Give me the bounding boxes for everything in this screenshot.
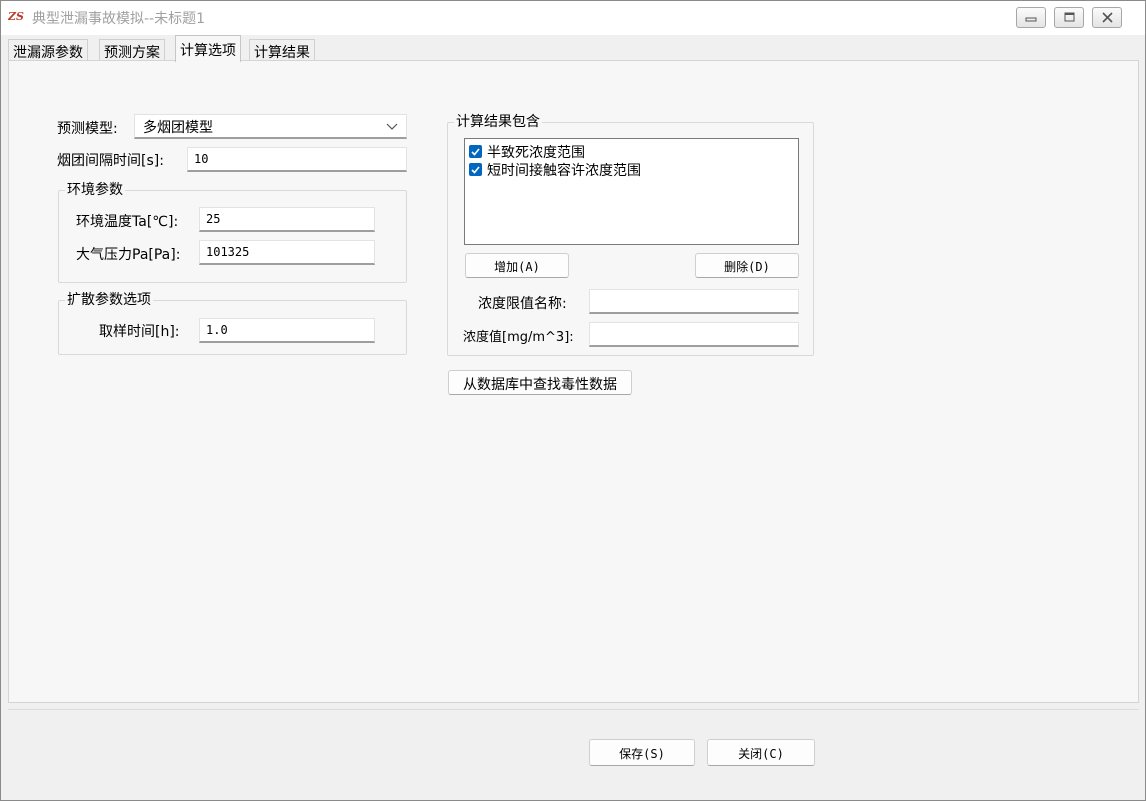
title-bar[interactable]: ZS 典型泄漏事故模拟--未标题1 bbox=[1, 1, 1145, 35]
main-window: ZS 典型泄漏事故模拟--未标题1 泄漏源参数 预测方案 计算选项 计算结果 预 bbox=[0, 0, 1146, 801]
check-icon bbox=[471, 148, 480, 156]
maximize-icon bbox=[1064, 12, 1075, 22]
tab-calc-options[interactable]: 计算选项 bbox=[175, 35, 241, 62]
list-item-label: 短时间接触容许浓度范围 bbox=[487, 163, 641, 179]
minimize-icon bbox=[1025, 17, 1037, 22]
delete-button[interactable]: 删除(D) bbox=[695, 253, 799, 278]
tab-strip: 泄漏源参数 预测方案 计算选项 计算结果 bbox=[1, 35, 1145, 62]
close-button[interactable]: 关闭(C) bbox=[707, 739, 815, 766]
tab-calc-results[interactable]: 计算结果 bbox=[249, 39, 315, 61]
save-button[interactable]: 保存(S) bbox=[589, 739, 695, 766]
app-logo-icon: ZS bbox=[8, 10, 24, 23]
environment-group bbox=[58, 190, 407, 283]
maximize-button[interactable] bbox=[1054, 7, 1084, 28]
chevron-down-icon bbox=[386, 123, 398, 130]
puff-interval-label: 烟团间隔时间[s]: bbox=[57, 153, 164, 169]
diffusion-group-title: 扩散参数选项 bbox=[65, 289, 153, 309]
limit-name-input[interactable] bbox=[589, 289, 799, 314]
concentration-input[interactable] bbox=[589, 322, 799, 347]
minimize-button[interactable] bbox=[1016, 7, 1046, 28]
checkbox-stel[interactable] bbox=[469, 163, 482, 176]
add-button[interactable]: 增加(A) bbox=[465, 253, 569, 278]
footer-separator bbox=[8, 709, 1139, 710]
model-select-value: 多烟团模型 bbox=[143, 120, 213, 136]
environment-group-title: 环境参数 bbox=[65, 179, 125, 199]
puff-interval-input[interactable]: 10 bbox=[187, 147, 407, 172]
checkbox-lc50[interactable] bbox=[469, 145, 482, 158]
lookup-toxicity-button[interactable]: 从数据库中查找毒性数据 bbox=[448, 370, 632, 395]
tab-leak-source[interactable]: 泄漏源参数 bbox=[8, 39, 88, 61]
svg-text:ZS: ZS bbox=[8, 10, 24, 23]
concentration-label: 浓度值[mg/m^3]: bbox=[463, 330, 574, 345]
results-group-title: 计算结果包含 bbox=[454, 111, 542, 131]
close-window-button[interactable] bbox=[1092, 7, 1122, 28]
window-title: 典型泄漏事故模拟--未标题1 bbox=[32, 11, 206, 27]
list-item-label: 半致死浓度范围 bbox=[487, 145, 585, 161]
pressure-label: 大气压力Pa[Pa]: bbox=[76, 247, 181, 263]
results-listbox[interactable]: 半致死浓度范围 短时间接触容许浓度范围 bbox=[464, 138, 799, 245]
close-icon bbox=[1102, 12, 1113, 23]
pressure-input[interactable]: 101325 bbox=[199, 240, 375, 265]
tab-forecast-plan[interactable]: 预测方案 bbox=[99, 39, 165, 61]
model-label: 预测模型: bbox=[57, 121, 118, 137]
sampling-time-input[interactable]: 1.0 bbox=[199, 318, 375, 343]
model-select[interactable]: 多烟团模型 bbox=[134, 114, 407, 139]
temperature-input[interactable]: 25 bbox=[199, 207, 375, 232]
temperature-label: 环境温度Ta[℃]: bbox=[76, 214, 179, 230]
sampling-time-label: 取样时间[h]: bbox=[99, 324, 180, 340]
limit-name-label: 浓度限值名称: bbox=[478, 296, 567, 312]
check-icon bbox=[471, 166, 480, 174]
